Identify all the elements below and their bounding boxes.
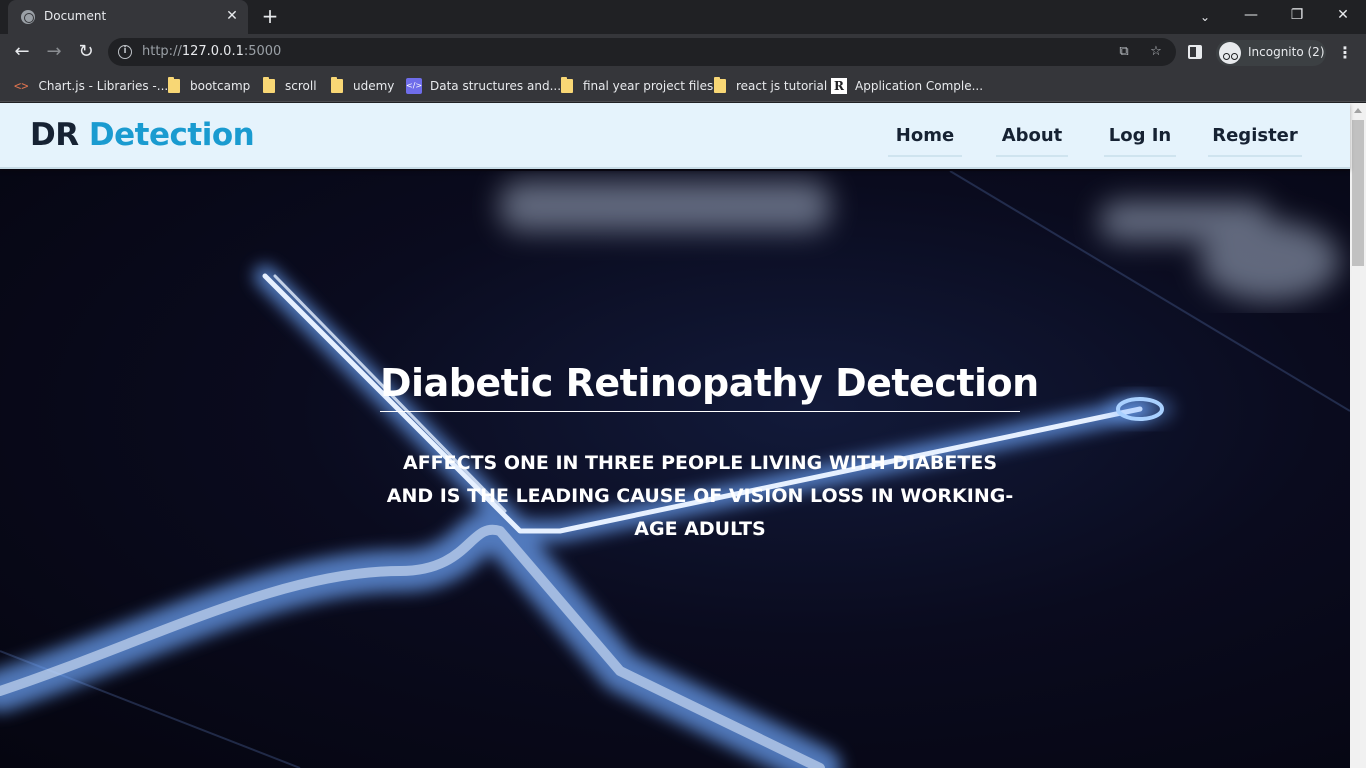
bookmark-item[interactable]: react js tutorial	[714, 76, 827, 96]
reload-button[interactable]: ↻	[72, 38, 100, 66]
bookmark-label: bootcamp	[190, 79, 251, 93]
bookmark-label: Data structures and...	[430, 79, 562, 93]
r-logo-icon: R	[831, 78, 847, 94]
bookmark-item[interactable]: final year project files	[561, 76, 713, 96]
url-scheme: http://	[142, 44, 182, 59]
bookmark-item[interactable]: <> Chart.js - Libraries -...	[14, 76, 168, 96]
minimize-button[interactable]: —	[1228, 0, 1274, 30]
site-logo[interactable]: DR Detection	[30, 117, 255, 153]
bookmark-label: Chart.js - Libraries -...	[38, 79, 169, 93]
tab-title: Document	[44, 9, 107, 23]
url-port: :5000	[243, 44, 282, 59]
hero-section: Diabetic Retinopathy Detection AFFECTS O…	[0, 171, 1350, 768]
new-tab-button[interactable]: +	[258, 5, 282, 29]
nav-login-link[interactable]: Log In	[1104, 125, 1176, 157]
bookmark-star-icon[interactable]: ☆	[1146, 42, 1166, 62]
folder-icon	[263, 77, 275, 93]
folder-icon	[714, 77, 726, 93]
forward-button[interactable]: →	[40, 38, 68, 66]
bookmark-label: udemy	[353, 79, 395, 93]
translate-icon[interactable]: ⧉	[1114, 42, 1134, 62]
bookmarks-bar: <> Chart.js - Libraries -... bootcamp scr…	[0, 70, 1366, 102]
bookmark-item[interactable]: </> Data structures and...	[406, 76, 561, 96]
folder-icon	[561, 77, 573, 93]
site-navbar: DR Detection Home About Log In Register	[0, 103, 1350, 169]
side-panel-icon[interactable]	[1188, 45, 1202, 59]
logo-accent-text: Detection	[88, 117, 255, 153]
bookmark-label: react js tutorial	[736, 79, 828, 93]
bookmark-label: scroll	[285, 79, 317, 93]
vertical-scrollbar[interactable]	[1350, 103, 1366, 768]
bookmark-label: final year project files	[583, 79, 714, 93]
tab-search-icon[interactable]: ⌄	[1194, 6, 1216, 28]
page-viewport: DR Detection Home About Log In Register	[0, 103, 1366, 768]
restore-button[interactable]: ❐	[1274, 0, 1320, 30]
folder-icon	[168, 77, 180, 93]
code-square-icon: </>	[406, 78, 422, 94]
hero-subtitle: AFFECTS ONE IN THREE PEOPLE LIVING WITH …	[386, 452, 1014, 540]
browser-menu-icon[interactable]: ⋮	[1334, 40, 1356, 66]
nav-home-link[interactable]: Home	[888, 125, 962, 157]
address-bar[interactable]: i http://127.0.0.1:5000 ⧉ ☆	[108, 38, 1176, 66]
url-text[interactable]: http://127.0.0.1:5000	[142, 44, 281, 59]
bookmark-item[interactable]: bootcamp	[168, 76, 250, 96]
incognito-label: Incognito (2)	[1248, 45, 1325, 59]
browser-toolbar: ← → ↻ i http://127.0.0.1:5000 ⧉ ☆	[0, 34, 1366, 70]
folder-icon	[331, 77, 343, 93]
incognito-profile-button[interactable]: Incognito (2)	[1216, 40, 1326, 66]
browser-tab[interactable]: Document ✕	[8, 0, 248, 34]
nav-register-link[interactable]: Register	[1208, 125, 1302, 157]
back-button[interactable]: ←	[8, 38, 36, 66]
scrollbar-thumb[interactable]	[1352, 120, 1364, 266]
bookmark-label: Application Comple...	[855, 79, 984, 93]
globe-icon	[21, 10, 35, 24]
tab-strip: Document ✕ + ⌄ — ❐ ✕	[0, 0, 1366, 34]
site-info-icon[interactable]: i	[118, 45, 132, 59]
hero-title: Diabetic Retinopathy Detection	[380, 361, 1039, 412]
logo-primary-text: DR	[30, 117, 79, 153]
bookmark-item[interactable]: scroll	[263, 76, 317, 96]
bookmark-item[interactable]: R Application Comple...	[831, 76, 983, 96]
scroll-up-arrow-icon[interactable]	[1354, 108, 1362, 113]
bookmark-item[interactable]: udemy	[331, 76, 394, 96]
code-icon: <>	[14, 79, 29, 93]
close-window-button[interactable]: ✕	[1320, 0, 1366, 30]
url-host: 127.0.0.1	[181, 44, 244, 59]
incognito-icon	[1219, 42, 1241, 64]
nav-about-link[interactable]: About	[996, 125, 1068, 157]
close-tab-icon[interactable]: ✕	[222, 6, 242, 26]
